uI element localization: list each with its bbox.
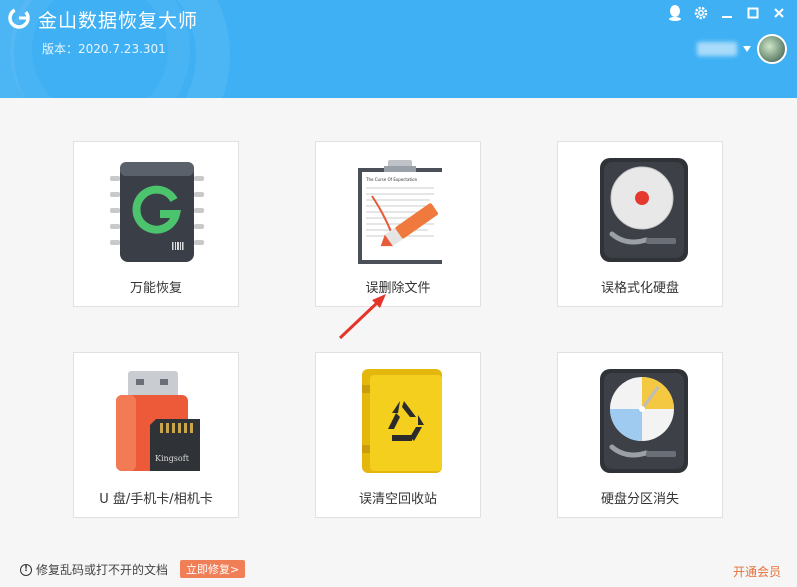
- card-universal-recovery[interactable]: 万能恢复: [73, 141, 239, 307]
- recycle-bin-icon: [362, 369, 442, 473]
- minimize-icon[interactable]: [719, 5, 735, 21]
- partition-drive-icon: [600, 369, 688, 473]
- app-title: 金山数据恢复大师: [38, 10, 199, 32]
- footer-note: ! 修复乱码或打不开的文档: [20, 561, 168, 578]
- footer-note-text: 修复乱码或打不开的文档: [36, 563, 169, 577]
- avatar[interactable]: [757, 34, 787, 64]
- card-label: U 盘/手机卡/相机卡: [99, 492, 213, 507]
- clipboard-pen-icon: The Curse Of Expectation: [358, 160, 442, 264]
- user-menu[interactable]: [697, 34, 787, 64]
- card-label: 误清空回收站: [358, 492, 437, 507]
- card-formatted-disk[interactable]: 误格式化硬盘: [557, 141, 723, 307]
- app-logo-icon: [8, 7, 30, 29]
- qq-icon[interactable]: [667, 5, 683, 21]
- warning-icon: !: [20, 563, 32, 576]
- card-label: 万能恢复: [129, 281, 182, 296]
- chip-g-icon: [110, 162, 204, 262]
- version-label: 版本：2020.7.23.301: [42, 42, 166, 56]
- usb-sdcard-icon: Kingsoft: [116, 371, 200, 471]
- card-deleted-files[interactable]: The Curse Of Expectation 误删除文件: [315, 141, 481, 307]
- card-recycle-bin[interactable]: 误清空回收站: [315, 352, 481, 518]
- chevron-down-icon[interactable]: [743, 46, 751, 52]
- window-controls: [667, 5, 787, 21]
- title-bar: 金山数据恢复大师 版本：2020.7.23.301: [0, 0, 797, 98]
- username-redacted: [697, 42, 737, 56]
- card-partition-lost[interactable]: 硬盘分区消失: [557, 352, 723, 518]
- gear-icon[interactable]: [693, 5, 709, 21]
- card-label: 误格式化硬盘: [600, 281, 679, 296]
- maximize-icon[interactable]: [745, 5, 761, 21]
- vip-link[interactable]: 开通会员: [733, 563, 781, 580]
- sdcard-brand: Kingsoft: [155, 454, 190, 463]
- card-label: 硬盘分区消失: [600, 492, 679, 507]
- annotation-arrow-icon: [338, 294, 386, 340]
- card-usb-sd[interactable]: Kingsoft U 盘/手机卡/相机卡: [73, 352, 239, 518]
- close-icon[interactable]: [771, 5, 787, 21]
- repair-now-button[interactable]: 立即修复>: [180, 560, 246, 578]
- hard-drive-icon: [600, 158, 688, 262]
- document-title: The Curse Of Expectation: [365, 177, 418, 182]
